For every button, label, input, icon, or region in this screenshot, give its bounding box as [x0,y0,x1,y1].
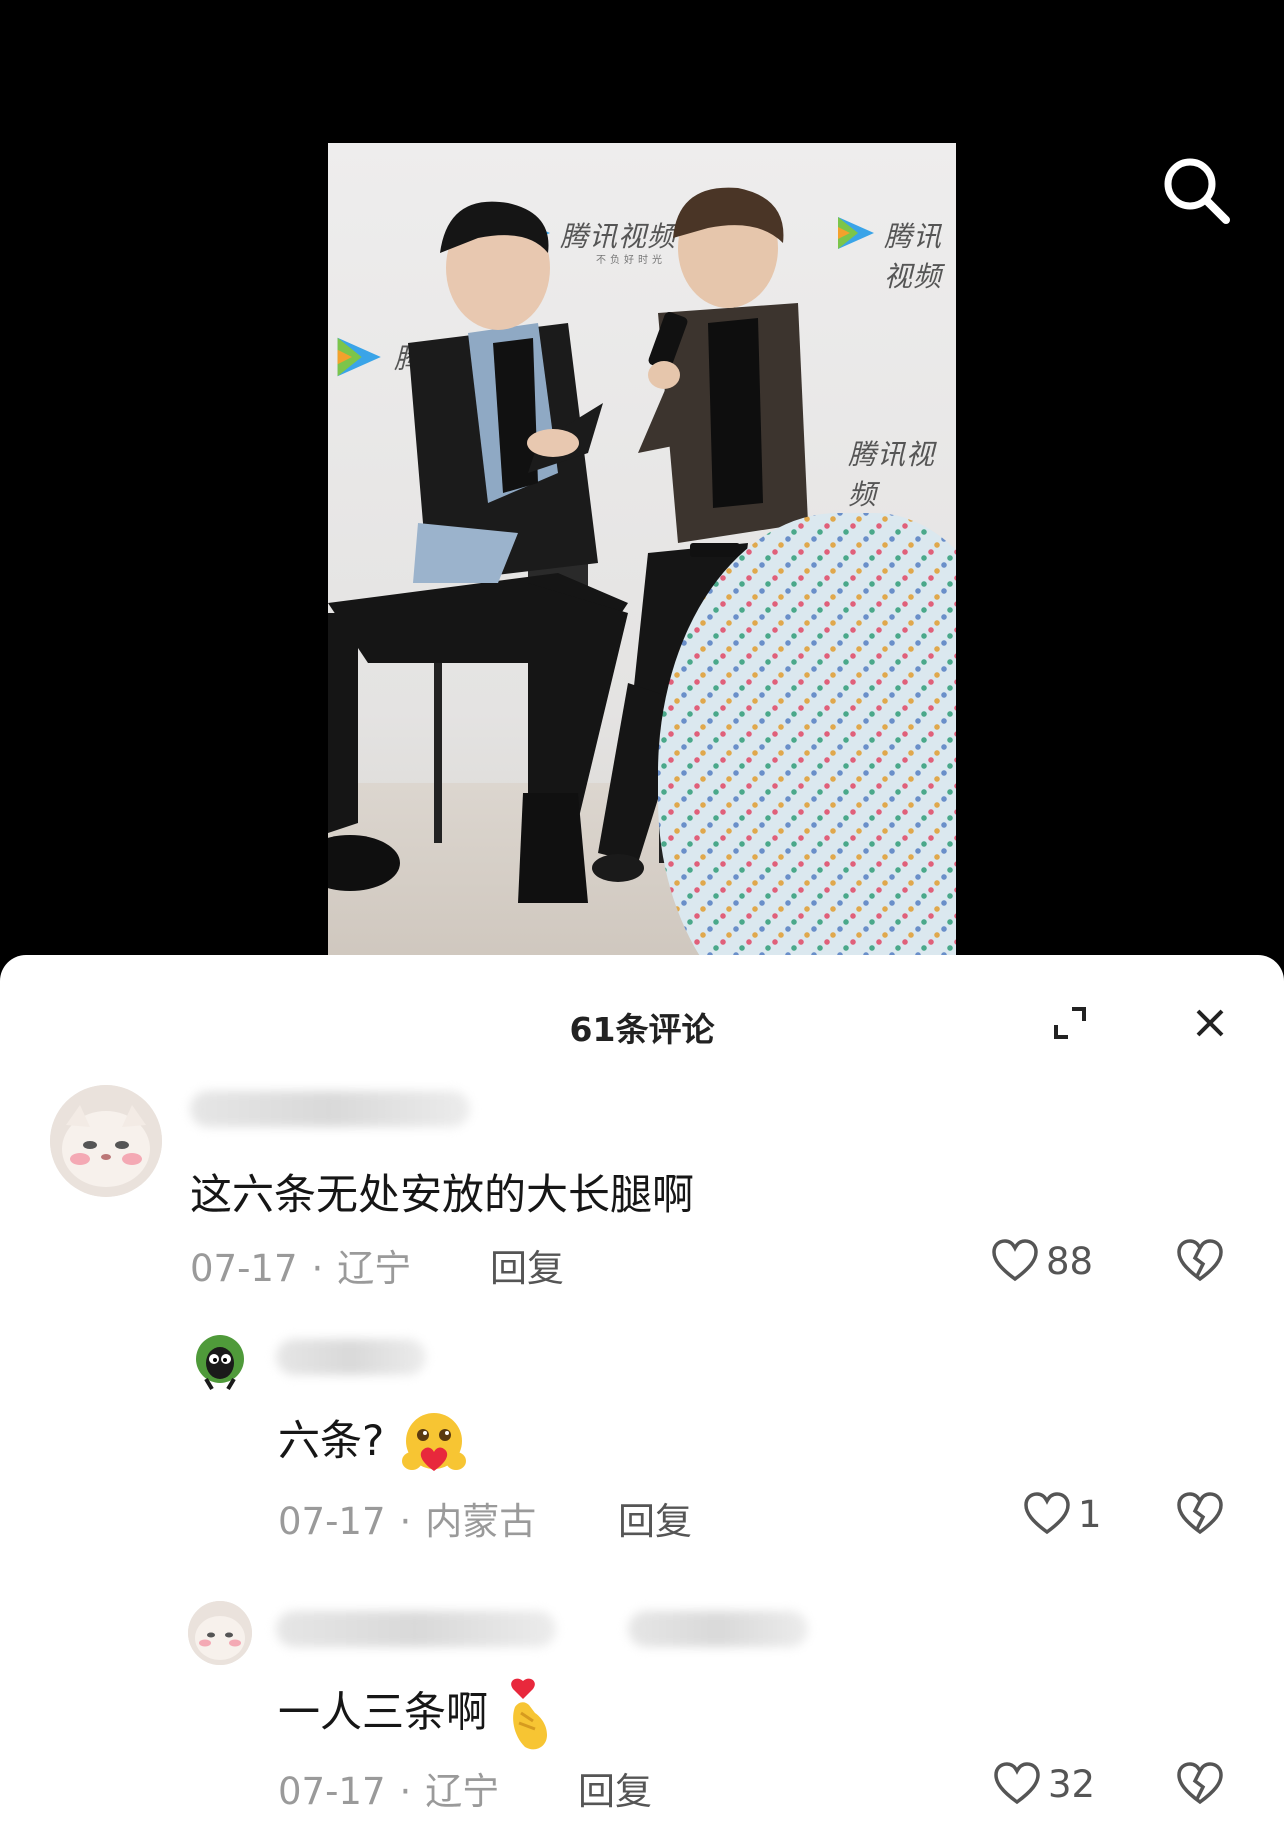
comment-location: 辽宁 [425,1770,500,1813]
username-blurred[interactable] [276,1339,426,1375]
comment-location: 辽宁 [337,1247,412,1290]
finger-heart-emoji-icon [511,1678,548,1750]
close-icon [1196,1009,1224,1037]
like-button[interactable]: 32 [992,1759,1095,1809]
avatar[interactable] [188,1329,252,1393]
hug-emoji-icon [401,1412,466,1471]
heart-outline-icon [992,1239,1038,1282]
video-player[interactable]: 腾讯视频 不负好时光 腾讯视频 腾讯视频 腾讯视频 [0,0,1284,960]
cat-avatar-image [50,1085,162,1197]
video-frame: 腾讯视频 不负好时光 腾讯视频 腾讯视频 腾讯视频 [328,143,956,955]
comment-date: 07-17 [278,1770,386,1813]
reply-target-username-blurred[interactable] [628,1611,808,1647]
sheep-avatar-image [188,1329,252,1393]
comment-meta: 07-17 · 辽宁 [190,1238,411,1292]
avatar[interactable] [50,1085,162,1197]
comment-meta: 07-17 · 辽宁 [278,1761,499,1815]
cat-avatar-image [188,1601,252,1665]
expand-icon [1054,1007,1086,1039]
broken-heart-icon [1177,1762,1223,1805]
meta-separator: · [311,1247,324,1290]
avatar[interactable] [188,1601,252,1665]
comment-text-content: 一人三条啊 [278,1687,489,1737]
reply-button[interactable]: 回复 [578,1761,652,1815]
comment-text: 一人三条啊 [278,1677,553,1753]
username-blurred[interactable] [276,1611,556,1647]
dislike-button[interactable] [1175,1236,1225,1286]
reply-button[interactable]: 回复 [490,1238,564,1292]
search-button[interactable] [1158,152,1234,228]
comment-meta: 07-17 · 内蒙古 [278,1491,536,1545]
comments-count-title: 61条评论 [569,1010,715,1049]
comment-text: 这六条无处安放的大长腿啊 [190,1170,695,1219]
comment-date: 07-17 [190,1247,298,1290]
search-icon [1164,158,1230,224]
broken-heart-icon [1177,1492,1223,1535]
comments-panel: 61条评论 这六条无处安放的大长腿啊 07-17 · 辽宁 回复 88 六条? … [0,955,1284,1832]
broken-heart-icon [1177,1239,1223,1282]
username-blurred[interactable] [190,1091,470,1127]
like-count: 88 [1046,1239,1094,1283]
comment-date: 07-17 [278,1500,386,1543]
like-count: 32 [1048,1762,1096,1806]
comment-text: 六条? [278,1407,470,1477]
expand-button[interactable] [1050,1003,1090,1043]
dislike-button[interactable] [1175,1759,1225,1809]
reply-button[interactable]: 回复 [618,1491,692,1545]
meta-separator: · [399,1770,412,1813]
like-button[interactable]: 1 [1022,1489,1102,1539]
comment-text-content: 六条? [278,1416,385,1465]
heart-outline-icon [1024,1492,1070,1535]
meta-separator: · [399,1500,412,1543]
close-button[interactable] [1190,1003,1230,1043]
dislike-button[interactable] [1175,1489,1225,1539]
comment-location: 内蒙古 [425,1500,537,1543]
like-count: 1 [1078,1492,1102,1536]
heart-outline-icon [994,1762,1040,1805]
like-button[interactable]: 88 [990,1236,1093,1286]
